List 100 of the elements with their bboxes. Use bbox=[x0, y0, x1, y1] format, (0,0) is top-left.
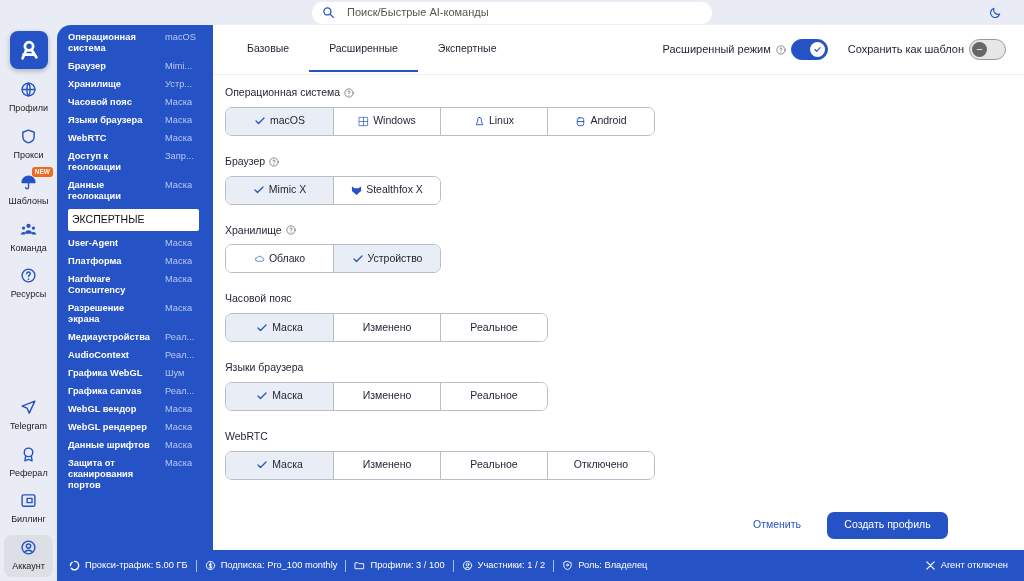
summary-value: Маска bbox=[165, 256, 194, 268]
help-icon bbox=[20, 267, 37, 284]
summary-value: Маска bbox=[165, 114, 194, 126]
summary-label: WebGL вендор bbox=[68, 404, 138, 416]
summary-label: Языки браузера bbox=[68, 114, 144, 126]
status-text: Подписка: Pro_100 monthly bbox=[220, 558, 338, 572]
logo[interactable] bbox=[9, 31, 48, 69]
nav-item[interactable]: Профили bbox=[4, 77, 53, 120]
shield-icon bbox=[562, 560, 574, 571]
summary-label: WebGL рендерер bbox=[68, 422, 148, 434]
summary-label: Графика canvas bbox=[68, 386, 143, 398]
field-label: Языки браузера bbox=[225, 360, 304, 375]
shield-icon bbox=[20, 127, 37, 145]
tab[interactable]: Расширенные bbox=[309, 26, 418, 73]
summary-label: Доступ к геолокации bbox=[68, 150, 122, 173]
section-heading: ЭКСПЕРТНЫЕ bbox=[68, 209, 199, 231]
search-field[interactable]: Поиск/Быстрые AI-команды bbox=[345, 3, 702, 22]
toggle-label: Расширенный режим bbox=[662, 42, 771, 58]
option-button[interactable]: Маска bbox=[226, 382, 333, 410]
option-button[interactable]: Stealthfox X bbox=[333, 176, 440, 204]
summary-value: Маска bbox=[165, 458, 194, 471]
summary-value: Маска bbox=[165, 303, 194, 316]
tab[interactable]: Экспертные bbox=[417, 26, 517, 73]
summary-value: Маска bbox=[165, 238, 194, 250]
search-icon bbox=[322, 6, 335, 19]
globe-icon bbox=[20, 81, 37, 98]
summary-value: Маска bbox=[165, 404, 194, 416]
create-profile-button[interactable]: Создать профиль bbox=[827, 511, 948, 539]
summary-label: User-Agent bbox=[68, 238, 120, 250]
check-icon bbox=[812, 44, 822, 54]
nav-item[interactable]: Telegram bbox=[4, 395, 53, 438]
summary-value: Реал... bbox=[165, 386, 196, 398]
summary-value: Маска bbox=[165, 274, 194, 287]
summary-label: Графика WebGL bbox=[68, 368, 144, 380]
cancel-link[interactable]: Отменить bbox=[747, 516, 807, 534]
close-icon bbox=[924, 560, 936, 571]
summary-label: Hardware Concurrency bbox=[68, 274, 127, 297]
field-label: Хранилище bbox=[225, 222, 282, 238]
option-button[interactable]: Маска bbox=[226, 451, 333, 479]
summary-value: Mimi... bbox=[165, 60, 194, 72]
field-label: Часовой пояс bbox=[225, 291, 292, 307]
summary-value: Маска bbox=[165, 179, 194, 192]
toggle-switch[interactable] bbox=[790, 39, 828, 60]
summary-label: Медиаустройства bbox=[68, 332, 150, 344]
status-text: Агент отключен bbox=[940, 558, 1008, 572]
summary-label: Данные шрифтов bbox=[68, 440, 150, 452]
windows-icon bbox=[358, 115, 370, 127]
option-button[interactable]: Устройство bbox=[333, 245, 440, 273]
summary-label: Хранилище bbox=[68, 78, 123, 90]
option-button[interactable]: Реальное bbox=[440, 314, 547, 341]
nav-item[interactable]: Биллинг bbox=[4, 488, 53, 531]
status-text: Профили: 3 / 100 bbox=[370, 558, 445, 572]
summary-value: Маска bbox=[165, 132, 194, 144]
summary-label: Разрешение экрана bbox=[68, 303, 126, 326]
summary-value: Устр... bbox=[165, 78, 194, 90]
nav-item[interactable]: Аккаунт bbox=[4, 534, 53, 577]
fox-icon bbox=[351, 184, 363, 196]
field-label: WebRTC bbox=[225, 428, 268, 444]
toggle-label: Сохранить как шаблон bbox=[847, 42, 964, 58]
status-text: Участники: 1 / 2 bbox=[477, 558, 546, 572]
option-button[interactable]: Реальное bbox=[440, 382, 547, 410]
option-button[interactable]: Mimic X bbox=[226, 176, 333, 204]
summary-label: Операционная система bbox=[68, 31, 137, 54]
option-button[interactable]: Отключено bbox=[547, 451, 654, 479]
summary-value: Маска bbox=[165, 440, 194, 452]
check-icon bbox=[256, 459, 269, 471]
field-label: Браузер bbox=[225, 153, 266, 169]
summary-value: Реал... bbox=[165, 332, 196, 344]
summary-value: Маска bbox=[165, 422, 194, 434]
coin-icon bbox=[204, 560, 216, 571]
summary-value: Запр... bbox=[165, 150, 195, 163]
folder-icon bbox=[354, 560, 366, 571]
status-text: Прокси-трафик: 5.00 ГБ bbox=[85, 558, 188, 572]
summary-label: Платформа bbox=[68, 256, 123, 268]
nav-item[interactable]: Ресурсы bbox=[4, 263, 53, 306]
refresh-icon bbox=[69, 560, 80, 571]
paper-plane-icon bbox=[20, 399, 37, 416]
nav-item[interactable]: Команда bbox=[4, 216, 53, 259]
summary-label: WebRTC bbox=[68, 132, 108, 144]
user-circle-icon bbox=[461, 560, 473, 571]
nav-item[interactable]: Прокси bbox=[4, 123, 53, 166]
summary-value: Шум bbox=[165, 368, 186, 380]
umbrella-icon bbox=[20, 174, 37, 191]
user-circle-icon bbox=[20, 538, 37, 556]
option-button[interactable]: Маска bbox=[226, 314, 333, 341]
tab[interactable]: Базовые bbox=[227, 26, 310, 73]
toggle-switch[interactable] bbox=[969, 39, 1006, 60]
search-bar[interactable]: Поиск/Быстрые AI-команды bbox=[312, 1, 712, 24]
field-label: Операционная система bbox=[225, 85, 341, 100]
option-button[interactable]: macOS bbox=[226, 107, 333, 135]
summary-label: Часовой пояс bbox=[68, 96, 133, 108]
nav-item[interactable]: Реферал bbox=[4, 441, 53, 484]
summary-label: Защита от сканирования портов bbox=[68, 458, 135, 492]
summary-value: Маска bbox=[165, 96, 194, 108]
wallet-icon bbox=[20, 492, 37, 509]
summary-value: Реал... bbox=[165, 350, 196, 362]
check-icon bbox=[252, 184, 265, 196]
status-text: Роль: Владелец bbox=[578, 558, 648, 572]
summary-value: macOS bbox=[165, 31, 197, 44]
option-button[interactable]: Android bbox=[547, 107, 654, 135]
